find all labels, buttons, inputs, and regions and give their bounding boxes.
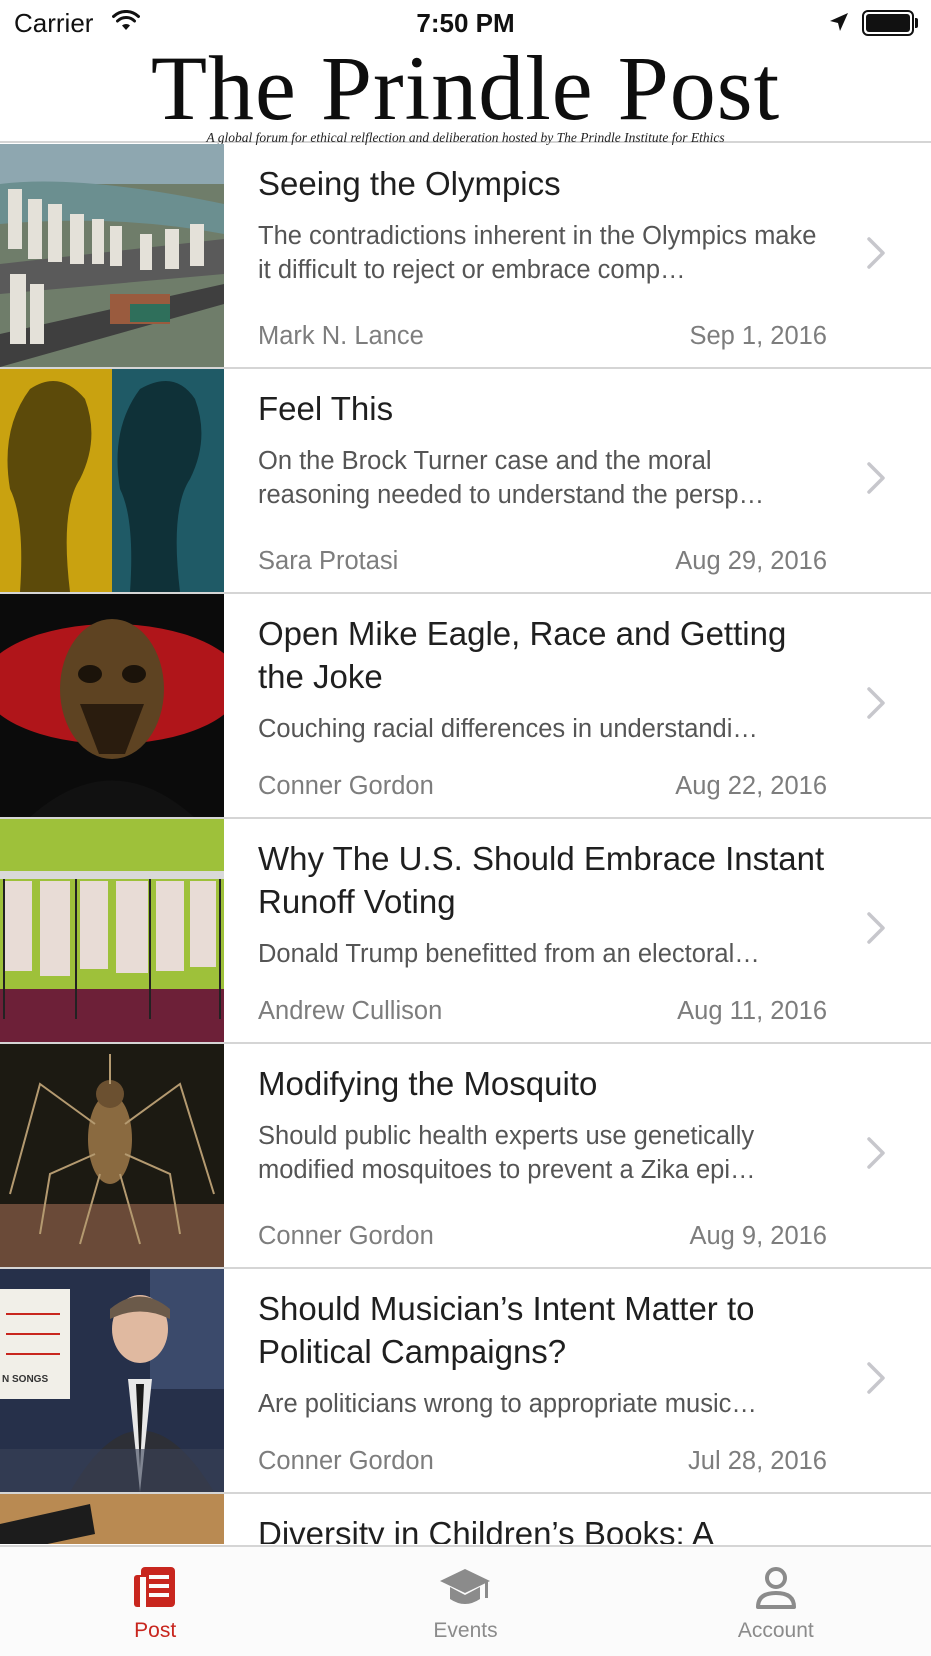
chevron-right-icon	[866, 911, 886, 950]
article-thumbnail	[0, 1044, 224, 1267]
tab-post[interactable]: Post	[0, 1547, 310, 1656]
article-thumbnail: N SONGS	[0, 1269, 224, 1492]
tab-account[interactable]: Account	[621, 1547, 931, 1656]
article-row[interactable]: Diversity in Children’s Books: A	[0, 1494, 931, 1544]
masthead-title: The Prindle Post	[150, 37, 781, 139]
article-excerpt: The contradictions inherent in the Olymp…	[258, 222, 817, 284]
chevron-right-icon	[866, 236, 886, 275]
article-title: Diversity in Children’s Books: A	[258, 1515, 715, 1544]
article-row[interactable]: Seeing the Olympics The contradictions i…	[0, 144, 931, 369]
masthead: The Prindle Post A global forum for ethi…	[0, 37, 931, 145]
article-title: Seeing the Olympics	[258, 165, 561, 202]
article-thumbnail	[0, 144, 224, 367]
article-title: Modifying the Mosquito	[258, 1065, 598, 1102]
article-date: Aug 29, 2016	[675, 547, 827, 575]
article-list[interactable]: Seeing the Olympics The contradictions i…	[0, 144, 931, 1544]
article-date: Aug 11, 2016	[677, 997, 827, 1025]
article-author: Andrew Cullison	[258, 997, 443, 1025]
article-excerpt: Couching racial differences in understan…	[258, 715, 758, 743]
post-icon	[131, 1565, 179, 1616]
article-author: Sara Protasi	[258, 547, 399, 575]
tab-events[interactable]: Events	[310, 1547, 620, 1656]
article-excerpt: On the Brock Turner case and the moral r…	[258, 447, 765, 509]
location-arrow-icon	[828, 11, 850, 38]
article-thumbnail	[0, 1494, 224, 1544]
article-row[interactable]: Modifying the Mosquito Should public hea…	[0, 1044, 931, 1269]
chevron-right-icon	[866, 1136, 886, 1175]
article-thumbnail	[0, 594, 224, 817]
article-row[interactable]: N SONGS Should Musician’s Intent Matter …	[0, 1269, 931, 1494]
article-title: Feel This	[258, 390, 394, 427]
article-title: Why The U.S. Should Embrace Instant Runo…	[258, 840, 825, 920]
tab-label: Events	[433, 1619, 498, 1642]
chevron-right-icon	[866, 461, 886, 500]
article-row[interactable]: Open Mike Eagle, Race and Getting the Jo…	[0, 594, 931, 819]
battery-icon	[862, 10, 918, 36]
article-author: Conner Gordon	[258, 1222, 434, 1250]
article-date: Jul 28, 2016	[688, 1447, 827, 1475]
article-excerpt: Donald Trump benefitted from an electora…	[258, 940, 760, 968]
article-excerpt: Are politicians wrong to appropriate mus…	[258, 1390, 757, 1418]
article-thumbnail	[0, 369, 224, 592]
graduation-cap-icon	[438, 1565, 492, 1616]
thumbnail-caption: N SONGS	[2, 1374, 48, 1385]
person-icon	[754, 1565, 798, 1616]
chevron-right-icon	[866, 686, 886, 725]
article-title: Open Mike Eagle, Race and Getting the Jo…	[258, 615, 787, 695]
article-author: Conner Gordon	[258, 1447, 434, 1475]
status-time: 7:50 PM	[416, 8, 515, 38]
tab-bar: Post Events Account	[0, 1545, 931, 1656]
tab-label: Account	[737, 1619, 814, 1642]
chevron-right-icon	[866, 1361, 886, 1400]
article-title: Should Musician’s Intent Matter to Polit…	[258, 1290, 755, 1370]
article-date: Aug 22, 2016	[675, 772, 827, 800]
article-row[interactable]: Feel This On the Brock Turner case and t…	[0, 369, 931, 594]
article-row[interactable]: Why The U.S. Should Embrace Instant Runo…	[0, 819, 931, 1044]
article-thumbnail	[0, 819, 224, 1042]
article-excerpt: Should public health experts use genetic…	[258, 1122, 756, 1184]
tab-label: Post	[134, 1619, 177, 1642]
article-author: Mark N. Lance	[258, 322, 424, 350]
article-author: Conner Gordon	[258, 772, 434, 800]
article-date: Aug 9, 2016	[689, 1222, 827, 1250]
article-date: Sep 1, 2016	[689, 322, 827, 350]
